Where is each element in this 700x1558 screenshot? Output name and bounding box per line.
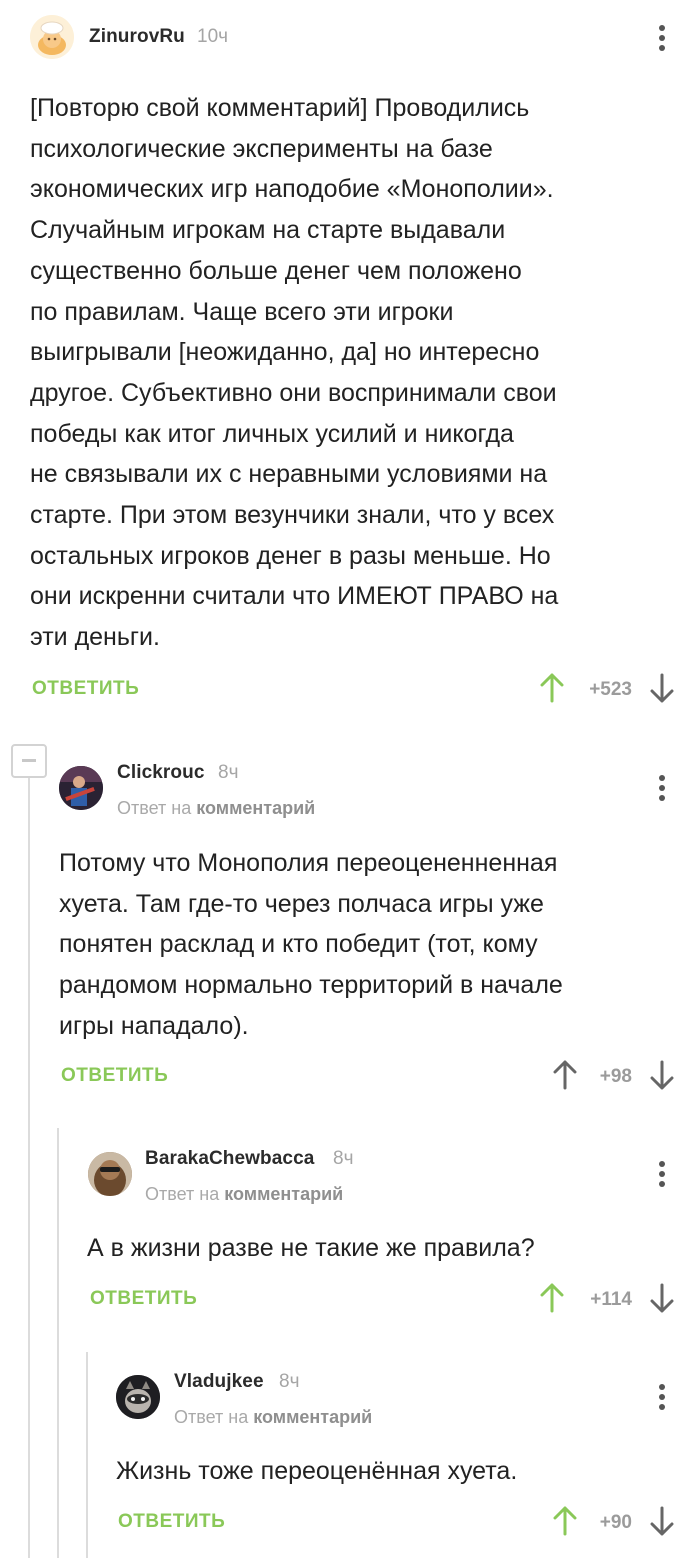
username[interactable]: BarakaChewbacca [145,1148,314,1170]
thread-line-level1 [28,776,30,1558]
thread-line-level2 [57,1128,59,1558]
reply-to-label: Ответ на комментарий [174,1407,372,1428]
guitarist-avatar-icon [59,766,103,810]
comment-text: [Повторю свой комментарий] Проводились п… [30,94,559,652]
timestamp: 8ч [279,1371,300,1392]
thread-line-level3 [86,1352,88,1558]
more-options-icon[interactable] [652,23,672,53]
username[interactable]: ZinurovRu [89,26,185,48]
more-options-icon[interactable] [652,773,672,803]
username[interactable]: Clickrouc [117,762,205,784]
raccoon-avatar-icon [116,1375,160,1419]
cook-avatar-icon [30,15,74,59]
reply-to-link[interactable]: комментарий [224,1184,343,1204]
reply-button[interactable]: ОТВЕТИТЬ [61,1065,168,1087]
downvote-arrow-icon[interactable] [649,1060,675,1090]
reply-to-label: Ответ на комментарий [145,1184,343,1205]
timestamp: 8ч [218,762,239,783]
rating: +114 [590,1289,632,1310]
reply-to-link[interactable]: комментарий [253,1407,372,1427]
timestamp: 10ч [197,26,229,47]
rating: +98 [599,1066,632,1087]
avatar[interactable] [88,1152,132,1196]
username[interactable]: Vladujkee [174,1371,264,1393]
reply-to-prefix: Ответ на [174,1407,249,1427]
comment-text: Жизнь тоже переоценённая хуета. [116,1457,518,1485]
rating: +90 [599,1512,632,1533]
reply-to-prefix: Ответ на [145,1184,220,1204]
upvote-arrow-icon[interactable] [539,1283,565,1313]
comment-text: Потому что Монополия переоцененненная ху… [59,849,563,1040]
timestamp: 8ч [333,1148,354,1169]
collapse-thread-button[interactable] [11,744,47,778]
reply-button[interactable]: ОТВЕТИТЬ [118,1511,225,1533]
comment-text: А в жизни разве не такие же правила? [87,1234,535,1262]
reply-button[interactable]: ОТВЕТИТЬ [90,1288,197,1310]
avatar[interactable] [30,15,74,59]
downvote-arrow-icon[interactable] [649,1506,675,1536]
reply-button[interactable]: ОТВЕТИТЬ [32,678,139,700]
avatar[interactable] [116,1375,160,1419]
reply-to-link[interactable]: комментарий [196,798,315,818]
reply-to-prefix: Ответ на [117,798,192,818]
downvote-arrow-icon[interactable] [649,673,675,703]
more-options-icon[interactable] [652,1382,672,1412]
avatar[interactable] [59,766,103,810]
downvote-arrow-icon[interactable] [649,1283,675,1313]
upvote-arrow-icon[interactable] [539,673,565,703]
reply-to-label: Ответ на комментарий [117,798,315,819]
more-options-icon[interactable] [652,1159,672,1189]
rating: +523 [589,679,632,700]
bearded-man-avatar-icon [88,1152,132,1196]
